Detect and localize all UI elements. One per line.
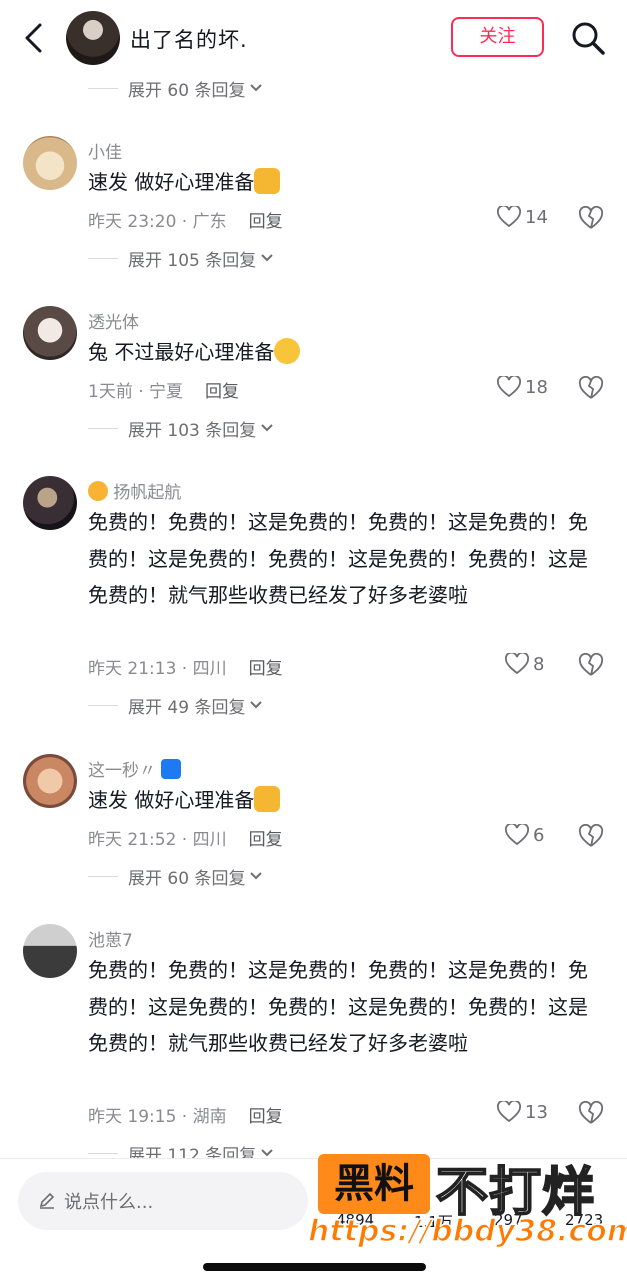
avatar[interactable] [23,754,77,808]
dislike-broken-heart-icon[interactable] [578,206,604,230]
avatar[interactable] [23,306,77,360]
avatar[interactable] [23,476,77,530]
author-name[interactable]: 出了名的坏. [130,24,248,54]
like-count: 8 [533,653,545,675]
reply-button[interactable]: 回复 [249,654,283,679]
comment-meta: 昨天 19:15 · 湖南 回复 [88,1102,283,1127]
divider [88,257,118,259]
follow-button[interactable]: 关注 [451,17,544,57]
avatar[interactable] [23,136,77,190]
divider [88,1152,118,1154]
expand-replies-label: 展开 105 条回复 [128,250,257,271]
comment-input-box[interactable] [18,1172,308,1232]
like-count: 13 [525,1101,548,1123]
heart-icon [505,653,529,675]
comment-meta: 昨天 21:13 · 四川 回复 [88,654,283,679]
comment-username[interactable]: 透光体 [88,308,139,333]
dislike-broken-heart-icon[interactable] [578,653,604,677]
pray-emoji-icon [254,168,281,194]
chevron-down-icon [261,424,273,432]
expand-replies-label: 展开 60 条回复 [128,868,246,889]
pray-emoji-icon [254,786,281,812]
comment-meta: 1天前 · 宁夏 回复 [88,377,239,402]
comment-text: 兔 不过最好心理准备 [88,334,604,371]
pen-icon [39,1192,55,1209]
comment-username-text: 这一秒〃 [88,761,156,781]
heart-icon [497,1101,521,1123]
dislike-broken-heart-icon[interactable] [578,376,604,400]
like-count: 6 [533,824,545,846]
comment-time-location: 昨天 19:15 · 湖南 [88,1107,227,1127]
comment-username[interactable]: 扬帆起航 [88,478,181,503]
comment-input[interactable] [62,1172,296,1232]
chevron-down-icon [250,872,263,880]
comment-text: 速发 做好心理准备 [88,782,604,819]
comment-text-content: 兔 不过最好心理准备 [88,340,275,364]
author-avatar[interactable] [66,11,120,65]
divider [88,87,118,89]
expand-replies-label: 展开 103 条回复 [128,420,257,441]
like-count: 14 [525,206,548,228]
comment-meta: 昨天 23:20 · 广东 回复 [88,207,283,232]
watermark-url: https://bbdy38.com [307,1213,627,1250]
comment-text-content: 免费的！免费的！这是免费的！免费的！这是免费的！免费的！这是免费的！免费的！这是… [88,958,588,1055]
like-button[interactable]: 8 [505,653,544,675]
like-button[interactable]: 13 [497,1101,548,1123]
expand-replies-row[interactable]: 展开 60 条回复 [88,864,263,889]
comment-username[interactable]: 小佳 [88,138,122,163]
heart-icon [497,206,521,228]
like-button[interactable]: 14 [497,206,548,228]
comment-time-location: 昨天 23:20 · 广东 [88,212,227,232]
watermark-box: 黑料 [318,1154,430,1214]
back-arrow-icon[interactable] [22,22,46,54]
chevron-down-icon [250,84,263,92]
like-button[interactable]: 6 [505,824,544,846]
comment-text: 速发 做好心理准备 [88,164,604,201]
comment-username[interactable]: 这一秒〃 [88,756,182,781]
dislike-broken-heart-icon[interactable] [578,1101,604,1125]
expand-replies-row[interactable]: 展开 105 条回复 [88,246,274,271]
comment-text-content: 速发 做好心理准备 [88,788,255,812]
like-count: 18 [525,376,548,398]
avatar[interactable] [23,924,77,978]
crying-laughing-emoji-icon [274,338,301,364]
reply-button[interactable]: 回复 [249,1102,283,1127]
comment-text-content: 速发 做好心理准备 [88,170,255,194]
blue-heart-emoji-icon [161,759,182,779]
sun-emoji-icon [88,481,108,501]
expand-replies-row[interactable]: 展开 60 条回复 [88,76,263,101]
like-button[interactable]: 18 [497,376,548,398]
divider [88,427,118,429]
comment-time-location: 昨天 21:13 · 四川 [88,659,227,679]
chevron-down-icon [250,701,263,709]
comment-username-text: 扬帆起航 [113,483,182,503]
expand-replies-row[interactable]: 展开 103 条回复 [88,416,274,441]
divider [88,875,118,877]
chevron-down-icon [261,254,273,262]
divider [88,704,118,706]
expand-replies-label: 展开 60 条回复 [128,80,246,101]
reply-button[interactable]: 回复 [249,825,283,850]
comment-username[interactable]: 池葸7 [88,926,133,951]
heart-icon [497,376,521,398]
comment-text: 免费的！免费的！这是免费的！免费的！这是免费的！免费的！这是免费的！免费的！这是… [88,504,604,614]
comment-time-location: 昨天 21:52 · 四川 [88,830,227,850]
comment-text: 免费的！免费的！这是免费的！免费的！这是免费的！免费的！这是免费的！免费的！这是… [88,952,604,1062]
reply-button[interactable]: 回复 [205,377,239,402]
home-indicator [203,1263,426,1271]
expand-replies-row[interactable]: 展开 49 条回复 [88,693,263,718]
reply-button[interactable]: 回复 [249,207,283,232]
top-bar: 出了名的坏. 关注 [0,0,627,78]
dislike-broken-heart-icon[interactable] [578,824,604,848]
comment-time-location: 1天前 · 宁夏 [88,382,184,402]
search-icon[interactable] [570,20,606,56]
comment-meta: 昨天 21:52 · 四川 回复 [88,825,283,850]
heart-icon [505,824,529,846]
watermark: 黑料 不打烊 https://bbdy38.com [307,1148,627,1260]
comment-text-content: 免费的！免费的！这是免费的！免费的！这是免费的！免费的！这是免费的！免费的！这是… [88,510,588,607]
expand-replies-label: 展开 49 条回复 [128,697,246,718]
